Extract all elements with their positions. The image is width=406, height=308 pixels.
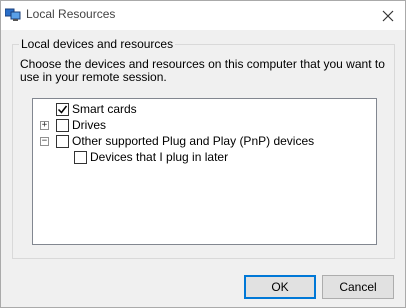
title-bar: Local Resources xyxy=(1,1,405,30)
smart-cards-checkbox[interactable] xyxy=(56,102,69,116)
tree-item-label: Smart cards xyxy=(72,102,137,116)
window-title: Local Resources xyxy=(26,7,116,21)
tree-item-label: Other supported Plug and Play (PnP) devi… xyxy=(72,134,315,148)
collapse-icon[interactable]: − xyxy=(40,137,49,146)
tree-item-label: Devices that I plug in later xyxy=(90,150,229,164)
tree-item-plug-in-later[interactable]: Devices that I plug in later xyxy=(74,149,228,165)
expand-icon[interactable]: + xyxy=(40,121,49,130)
local-resources-dialog: Local Resources Local devices and resour… xyxy=(0,0,406,308)
group-legend: Local devices and resources xyxy=(19,37,176,51)
drives-checkbox[interactable] xyxy=(56,118,69,132)
close-icon xyxy=(382,10,394,21)
tree-item-drives[interactable]: Drives xyxy=(56,117,106,133)
pnp-devices-checkbox[interactable] xyxy=(56,134,69,148)
check-icon xyxy=(57,105,68,114)
tree-item-pnp-devices[interactable]: Other supported Plug and Play (PnP) devi… xyxy=(56,133,314,149)
ok-button[interactable]: OK xyxy=(244,275,316,299)
device-tree[interactable]: Smart cards + Drives − Other supported P… xyxy=(32,98,377,245)
remote-desktop-icon xyxy=(4,6,21,22)
tree-item-smart-cards[interactable]: Smart cards xyxy=(56,101,137,117)
close-button[interactable] xyxy=(371,1,405,30)
plug-in-later-checkbox[interactable] xyxy=(74,150,87,164)
group-description: Choose the devices and resources on this… xyxy=(20,57,385,84)
tree-item-label: Drives xyxy=(72,118,107,132)
cancel-button[interactable]: Cancel xyxy=(322,275,394,299)
